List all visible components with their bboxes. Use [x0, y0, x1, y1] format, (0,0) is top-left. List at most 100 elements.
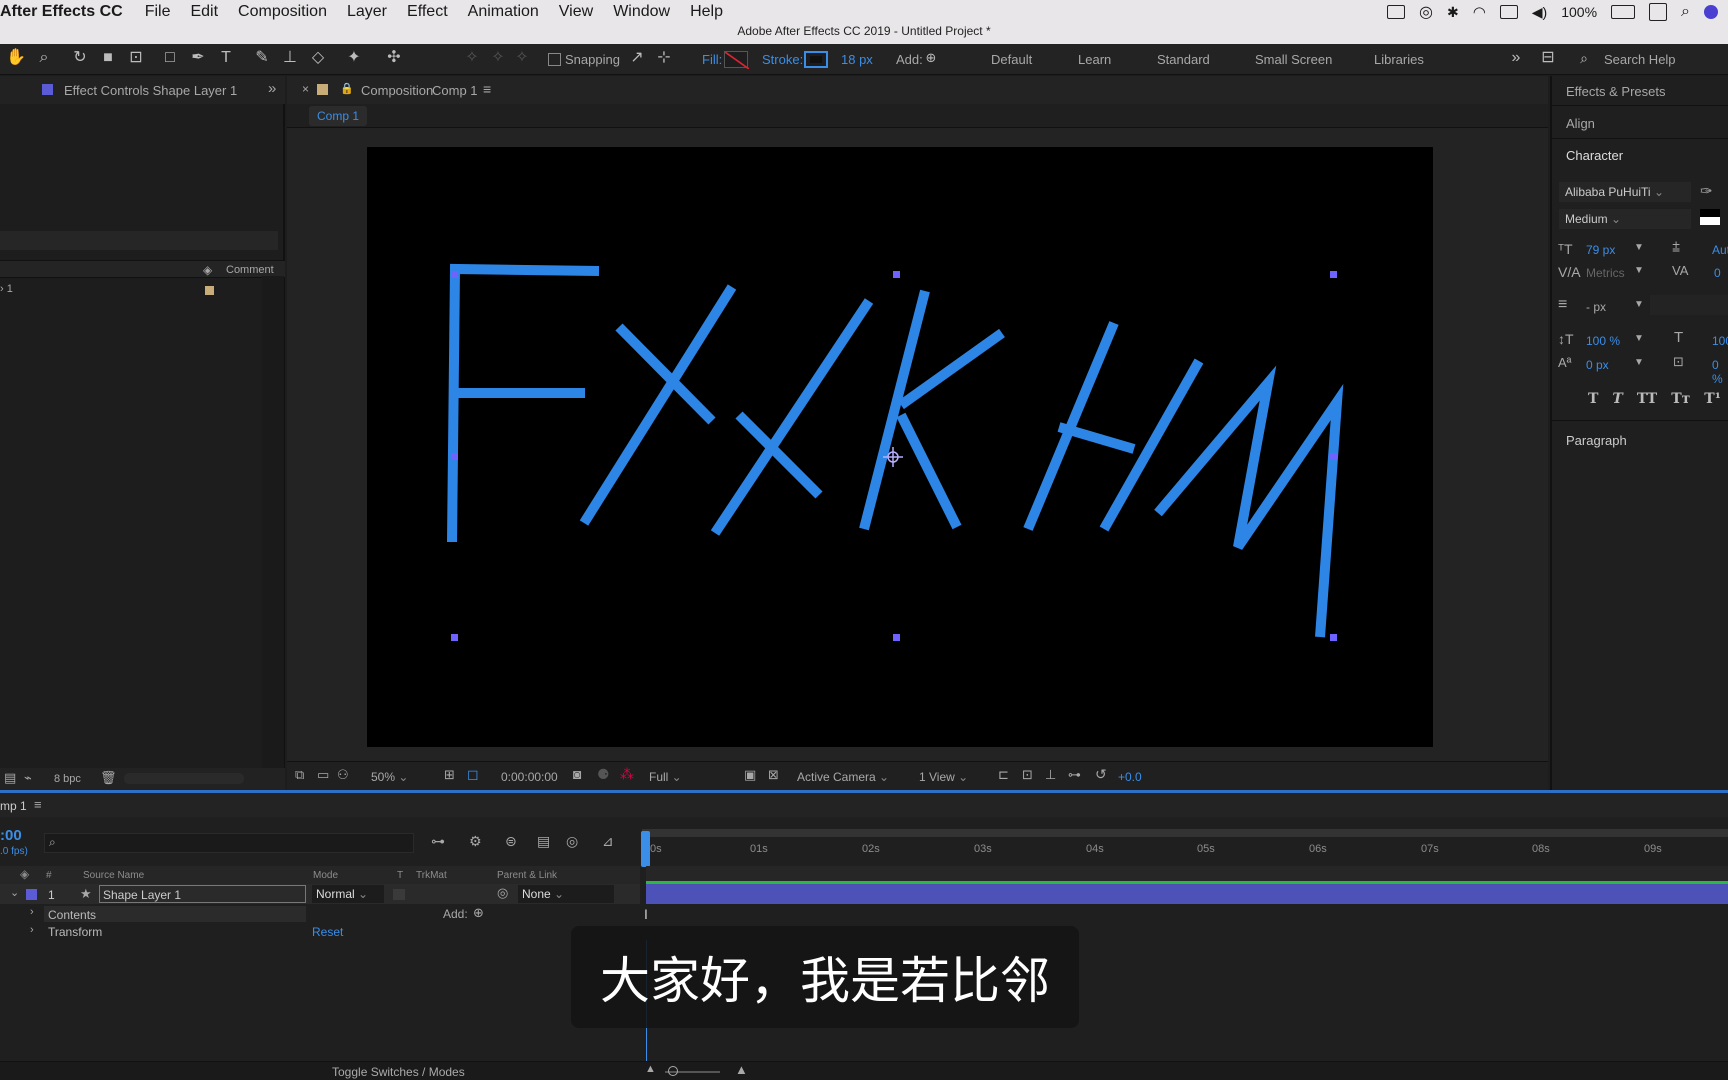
comp-mini-flowchart-icon[interactable]: ⊶ — [431, 833, 445, 850]
paragraph-header[interactable]: Paragraph — [1552, 420, 1728, 452]
zoom-in-icon[interactable]: ▲ — [735, 1062, 748, 1077]
align-header[interactable]: Align — [1552, 107, 1728, 139]
tracking-value[interactable]: 0 — [1714, 266, 1721, 280]
stroke-label[interactable]: Stroke: — [762, 52, 803, 67]
camera-tool-icon[interactable]: ■ — [98, 48, 118, 68]
lock-icon[interactable]: 🔒 — [340, 82, 354, 95]
eyedropper-icon[interactable]: ✑ — [1700, 182, 1713, 200]
toggle-transparency-icon[interactable]: ⊠ — [768, 767, 779, 783]
font-size-value[interactable]: 79 px — [1586, 243, 1615, 257]
baseline-chevron-icon[interactable]: ▼ — [1634, 357, 1644, 368]
zoom-out-icon[interactable]: ▲ — [645, 1063, 656, 1075]
faux-italic-button[interactable]: T — [1612, 391, 1622, 407]
contents-add-icon[interactable]: ⊕ — [473, 905, 484, 921]
index-column-header[interactable]: # — [46, 870, 52, 881]
pick-whip-icon[interactable]: ◎ — [497, 885, 508, 901]
magnification-dropdown[interactable]: 50% — [371, 770, 408, 784]
region-of-interest-icon[interactable]: ⊞ — [444, 767, 455, 783]
project-search-bar[interactable] — [0, 231, 278, 250]
airplay-icon[interactable] — [1499, 5, 1518, 19]
show-snapshot-icon[interactable]: ⚈ — [597, 766, 610, 783]
resolution-dropdown[interactable]: Full — [649, 770, 749, 784]
stroke-swatch[interactable] — [804, 51, 828, 68]
siri-icon[interactable] — [1704, 5, 1718, 19]
character-header[interactable]: Character — [1552, 140, 1728, 172]
thumbnail-slider[interactable] — [124, 773, 244, 784]
app-menu[interactable]: After Effects CC — [0, 3, 123, 21]
workspace-overflow-icon[interactable]: » — [1506, 48, 1526, 68]
fill-label[interactable]: Fill: — [702, 52, 722, 67]
composition-tab-prefix[interactable]: Composition — [361, 83, 433, 98]
timeline-tab[interactable]: mp 1 — [0, 799, 27, 813]
menu-edit[interactable]: Edit — [190, 3, 218, 21]
work-area-bar[interactable] — [642, 829, 1728, 837]
menu-help[interactable]: Help — [690, 3, 723, 21]
clone-stamp-tool-icon[interactable]: ⊥ — [280, 48, 300, 68]
menu-animation[interactable]: Animation — [468, 3, 539, 21]
superscript-button[interactable]: T¹ — [1704, 391, 1721, 407]
baseline-shift-value[interactable]: 0 px — [1586, 358, 1609, 372]
bluetooth-icon[interactable]: ✱ — [1447, 4, 1459, 21]
volume-icon[interactable]: ◀) — [1532, 4, 1547, 21]
project-scrollbar[interactable] — [262, 276, 284, 776]
toggle-pixel-aspect-icon[interactable]: ⊏ — [998, 767, 1009, 783]
toggle-switches-modes-button[interactable]: Toggle Switches / Modes — [332, 1065, 465, 1079]
effect-controls-tab[interactable]: Effect Controls Shape Layer 1 — [64, 83, 237, 98]
panel-overflow-icon[interactable]: » — [268, 80, 276, 97]
timeline-current-time[interactable]: :00 — [0, 827, 22, 844]
exposure-value[interactable]: +0.0 — [1118, 770, 1142, 784]
flowchart-comp-icon[interactable]: ⊶ — [1068, 767, 1081, 783]
reset-exposure-icon[interactable]: ↺ — [1095, 766, 1107, 783]
comp-breadcrumb[interactable]: Comp 1 — [309, 106, 368, 126]
menu-layer[interactable]: Layer — [347, 3, 387, 21]
expand-layer-icon[interactable]: ⌄ — [10, 886, 19, 899]
mode-column-header[interactable]: Mode — [313, 870, 338, 881]
channel-icon[interactable]: ⁂ — [620, 766, 634, 783]
workspace-edit-icon[interactable]: ⊟ — [1538, 48, 1558, 68]
brush-tool-icon[interactable]: ✎ — [252, 48, 272, 68]
shy-layers-icon[interactable]: ⊜ — [505, 833, 517, 850]
leading-value[interactable]: Aut — [1712, 243, 1728, 257]
all-caps-button[interactable]: TT — [1637, 391, 1657, 407]
monitor-icon[interactable]: ▭ — [317, 767, 329, 783]
spotlight-icon[interactable]: ⌕ — [1681, 3, 1690, 21]
timeline-menu-icon[interactable]: ≡ — [34, 797, 42, 812]
bpc-button[interactable]: 8 bpc — [54, 773, 81, 785]
kerning-chevron-icon[interactable]: ▼ — [1634, 265, 1644, 276]
camera-dropdown[interactable]: Active Camera — [797, 770, 889, 784]
snapping-option-icon[interactable]: ↗ — [627, 48, 647, 68]
workspace-libraries[interactable]: Libraries — [1374, 52, 1424, 67]
kerning-value[interactable]: Metrics — [1586, 266, 1625, 280]
creative-cloud-icon[interactable]: ◎ — [1419, 2, 1433, 22]
fill-stroke-swatch[interactable] — [1700, 209, 1720, 225]
pan-behind-tool-icon[interactable]: ⊡ — [126, 48, 146, 68]
faux-bold-button[interactable]: T — [1588, 391, 1598, 407]
workspace-default[interactable]: Default — [991, 52, 1032, 67]
workspace-small-screen[interactable]: Small Screen — [1255, 52, 1332, 67]
snapshot-icon[interactable]: ◙ — [573, 766, 581, 782]
draft-3d-icon[interactable]: ⚙ — [469, 833, 482, 850]
preserve-transparency-toggle[interactable] — [393, 889, 405, 900]
fast-draft-icon[interactable]: ⊡ — [1022, 767, 1033, 783]
input-method-icon[interactable] — [1649, 3, 1668, 21]
snapping-grid-icon[interactable]: ⊹ — [654, 48, 674, 68]
timeline-search-input[interactable]: ⌕ — [44, 833, 414, 853]
menu-view[interactable]: View — [559, 3, 593, 21]
menu-window[interactable]: Window — [613, 3, 670, 21]
t-column-header[interactable]: T — [397, 870, 403, 881]
expand-contents-icon[interactable]: › — [30, 906, 34, 918]
expand-transform-icon[interactable]: › — [30, 924, 34, 936]
font-family-dropdown[interactable]: Alibaba PuHuiTi — [1559, 182, 1691, 202]
panel-menu-icon[interactable]: ≡ — [483, 81, 491, 97]
views-dropdown[interactable]: 1 View — [919, 770, 968, 784]
fill-swatch[interactable] — [724, 51, 749, 69]
project-item-comp[interactable]: › 1 — [0, 283, 13, 295]
layer-mode-dropdown[interactable]: Normal — [312, 885, 384, 903]
puppet-pin-tool-icon[interactable]: ✣ — [384, 48, 404, 68]
close-tab-icon[interactable]: × — [302, 82, 309, 96]
add-shape-icon[interactable]: ⊕ — [921, 48, 941, 68]
parent-dropdown[interactable]: None — [518, 885, 614, 903]
stroke-width-field[interactable]: - px — [1586, 300, 1606, 314]
parent-column-header[interactable]: Parent & Link — [497, 870, 557, 881]
transform-label[interactable]: Transform — [48, 925, 102, 939]
